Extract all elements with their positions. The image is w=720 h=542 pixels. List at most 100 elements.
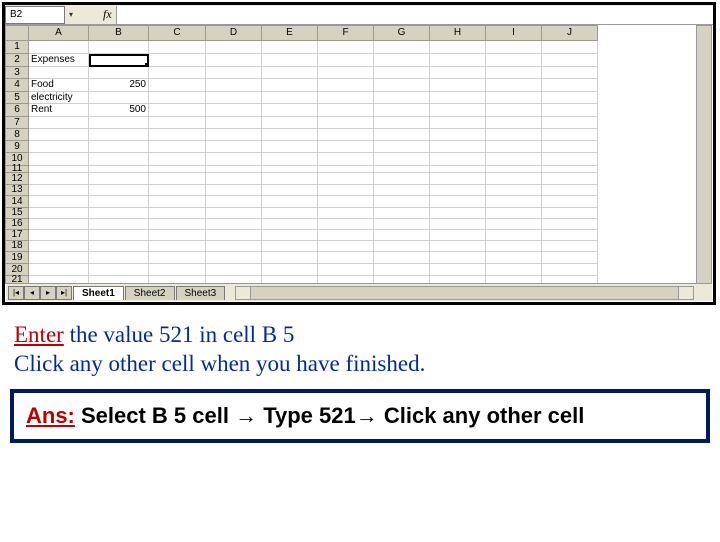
cell-B1[interactable] <box>89 41 149 54</box>
cell-B17[interactable] <box>89 230 149 241</box>
cell-E6[interactable] <box>262 104 318 117</box>
cell-J13[interactable] <box>542 185 598 196</box>
cell-I17[interactable] <box>486 230 542 241</box>
nav-first-icon[interactable]: |◂ <box>8 286 24 300</box>
cell-I13[interactable] <box>486 185 542 196</box>
sheet-tab-1[interactable]: Sheet1 <box>73 286 124 300</box>
cell-G9[interactable] <box>374 141 430 153</box>
cell-A9[interactable] <box>29 141 89 153</box>
cell-C6[interactable] <box>149 104 206 117</box>
cell-I12[interactable] <box>486 173 542 185</box>
cell-E17[interactable] <box>262 230 318 241</box>
cell-H2[interactable] <box>430 54 486 67</box>
col-header-E[interactable]: E <box>262 25 318 41</box>
cell-H12[interactable] <box>430 173 486 185</box>
cell-D7[interactable] <box>206 117 262 129</box>
cell-E9[interactable] <box>262 141 318 153</box>
cell-B14[interactable] <box>89 196 149 208</box>
cell-C9[interactable] <box>149 141 206 153</box>
row-header-19[interactable]: 19 <box>5 252 29 264</box>
cell-B15[interactable] <box>89 208 149 219</box>
cell-E7[interactable] <box>262 117 318 129</box>
cell-I1[interactable] <box>486 41 542 54</box>
cell-J10[interactable] <box>542 153 598 166</box>
cell-G5[interactable] <box>374 92 430 104</box>
row-header-8[interactable]: 8 <box>5 129 29 141</box>
cell-A19[interactable] <box>29 252 89 264</box>
row-header-7[interactable]: 7 <box>5 117 29 129</box>
cell-D11[interactable] <box>206 166 262 173</box>
cell-B18[interactable] <box>89 241 149 252</box>
cell-H7[interactable] <box>430 117 486 129</box>
nav-next-icon[interactable]: ▸ <box>40 286 56 300</box>
cell-E14[interactable] <box>262 196 318 208</box>
cell-F7[interactable] <box>318 117 374 129</box>
cell-I15[interactable] <box>486 208 542 219</box>
cell-E18[interactable] <box>262 241 318 252</box>
cell-E19[interactable] <box>262 252 318 264</box>
col-header-C[interactable]: C <box>149 25 206 41</box>
cell-I16[interactable] <box>486 219 542 230</box>
cell-A8[interactable] <box>29 129 89 141</box>
cell-D13[interactable] <box>206 185 262 196</box>
row-header-5[interactable]: 5 <box>5 92 29 104</box>
cell-F3[interactable] <box>318 67 374 79</box>
cell-G20[interactable] <box>374 264 430 276</box>
cell-D19[interactable] <box>206 252 262 264</box>
cell-H13[interactable] <box>430 185 486 196</box>
cell-A10[interactable] <box>29 153 89 166</box>
cell-C2[interactable] <box>149 54 206 67</box>
cell-H20[interactable] <box>430 264 486 276</box>
cell-J9[interactable] <box>542 141 598 153</box>
cell-A1[interactable] <box>29 41 89 54</box>
cell-H17[interactable] <box>430 230 486 241</box>
cell-F4[interactable] <box>318 79 374 92</box>
cell-D3[interactable] <box>206 67 262 79</box>
row-header-3[interactable]: 3 <box>5 67 29 79</box>
cell-H19[interactable] <box>430 252 486 264</box>
cell-B11[interactable] <box>89 166 149 173</box>
cell-E12[interactable] <box>262 173 318 185</box>
row-header-2[interactable]: 2 <box>5 54 29 67</box>
cell-G2[interactable] <box>374 54 430 67</box>
row-header-18[interactable]: 18 <box>5 241 29 252</box>
cell-A6[interactable]: Rent <box>29 104 89 117</box>
cell-B9[interactable] <box>89 141 149 153</box>
cell-A17[interactable] <box>29 230 89 241</box>
cell-G12[interactable] <box>374 173 430 185</box>
cell-H6[interactable] <box>430 104 486 117</box>
cell-A2[interactable]: Expenses <box>29 54 89 67</box>
cell-G14[interactable] <box>374 196 430 208</box>
cell-H11[interactable] <box>430 166 486 173</box>
col-header-J[interactable]: J <box>542 25 598 41</box>
cell-D16[interactable] <box>206 219 262 230</box>
cell-I7[interactable] <box>486 117 542 129</box>
col-header-A[interactable]: A <box>29 25 89 41</box>
cell-J19[interactable] <box>542 252 598 264</box>
row-header-11[interactable]: 11 <box>5 166 29 173</box>
cell-A14[interactable] <box>29 196 89 208</box>
cell-C3[interactable] <box>149 67 206 79</box>
cell-I18[interactable] <box>486 241 542 252</box>
cell-B19[interactable] <box>89 252 149 264</box>
cell-J15[interactable] <box>542 208 598 219</box>
cell-I10[interactable] <box>486 153 542 166</box>
cell-E20[interactable] <box>262 264 318 276</box>
cell-G1[interactable] <box>374 41 430 54</box>
cell-J6[interactable] <box>542 104 598 117</box>
cell-E5[interactable] <box>262 92 318 104</box>
cell-H9[interactable] <box>430 141 486 153</box>
cell-H5[interactable] <box>430 92 486 104</box>
cell-J5[interactable] <box>542 92 598 104</box>
cell-G10[interactable] <box>374 153 430 166</box>
cell-I14[interactable] <box>486 196 542 208</box>
row-header-4[interactable]: 4 <box>5 79 29 92</box>
cell-F14[interactable] <box>318 196 374 208</box>
cell-J8[interactable] <box>542 129 598 141</box>
row-header-6[interactable]: 6 <box>5 104 29 117</box>
cell-D18[interactable] <box>206 241 262 252</box>
cell-A15[interactable] <box>29 208 89 219</box>
cell-C5[interactable] <box>149 92 206 104</box>
cell-F5[interactable] <box>318 92 374 104</box>
cell-B4[interactable]: 250 <box>89 79 149 92</box>
